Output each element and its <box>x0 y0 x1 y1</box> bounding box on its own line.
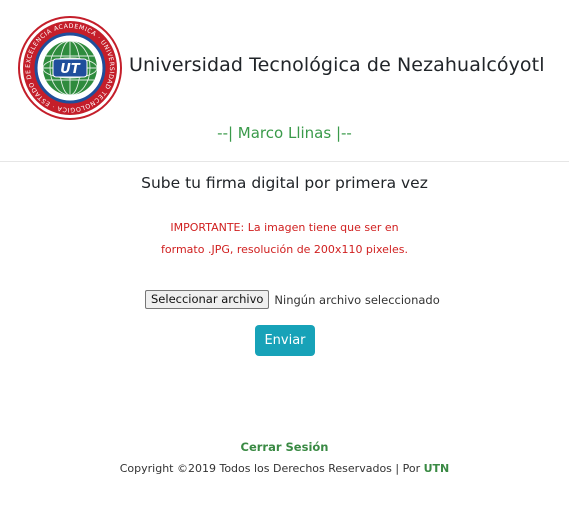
university-name: Universidad Tecnológica de Nezahualcóyot… <box>129 54 545 76</box>
submit-button[interactable]: Enviar <box>255 325 315 356</box>
user-name-label: --| Marco Llinas |-- <box>217 124 352 142</box>
page: EXCELENCIA ACADEMICA · UNIVERSIDAD TECNO… <box>0 0 569 511</box>
file-status-text: Ningún archivo seleccionado <box>274 292 440 307</box>
logout-link[interactable]: Cerrar Sesión <box>0 440 569 454</box>
warning-line-2: formato .JPG, resolución de 200x110 pixe… <box>161 243 408 256</box>
format-warning: IMPORTANTE: La imagen tiene que ser en f… <box>0 217 569 261</box>
university-logo: EXCELENCIA ACADEMICA · UNIVERSIDAD TECNO… <box>17 15 122 120</box>
warning-line-1: IMPORTANTE: La imagen tiene que ser en <box>170 221 399 234</box>
choose-file-button[interactable]: Seleccionar archivo <box>145 290 270 309</box>
copyright-prefix: Copyright ©2019 Todos los Derechos Reser… <box>119 462 424 475</box>
logo-monogram: UT <box>60 62 81 77</box>
brand-link[interactable]: UTN <box>424 462 450 475</box>
header-divider <box>0 161 569 162</box>
copyright-text: Copyright ©2019 Todos los Derechos Reser… <box>0 462 569 475</box>
file-input: Seleccionar archivo Ningún archivo selec… <box>145 290 440 309</box>
page-title: Sube tu firma digital por primera vez <box>141 174 428 192</box>
